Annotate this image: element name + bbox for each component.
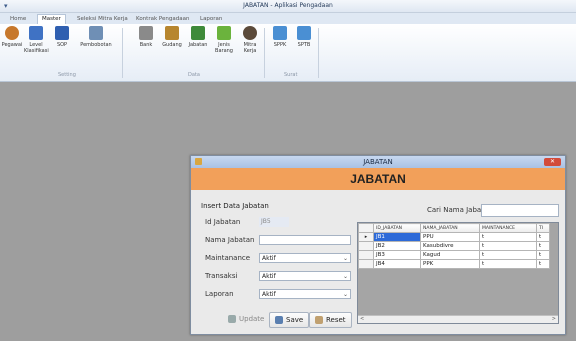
mitra-kerja-button[interactable]: Mitra Kerja: [238, 26, 262, 54]
table-row[interactable]: ▸ JB1 PPU t t: [358, 232, 550, 242]
table-cell[interactable]: PPU: [420, 232, 480, 242]
sppk-button[interactable]: SPPK: [268, 26, 292, 48]
row-header-corner: [358, 223, 374, 233]
id-jabatan-field: JB5: [259, 217, 289, 227]
form-section-title: Insert Data Jabatan: [201, 202, 269, 210]
group-label-data: Data: [188, 72, 200, 78]
row-pointer-icon: ▸: [358, 232, 374, 242]
scroll-left-icon[interactable]: <: [360, 316, 364, 322]
app-titlebar: ▾ JABATAN - Aplikasi Pengadaan: [0, 0, 576, 13]
table-cell[interactable]: t: [479, 250, 537, 260]
nama-jabatan-label: Nama Jabatan: [205, 236, 255, 244]
column-header[interactable]: MAINTANANCE: [479, 223, 537, 233]
table-cell[interactable]: t: [536, 232, 550, 242]
ribbon-tabs: Home Master Seleksi Mitra Kerja Kontrak …: [0, 13, 576, 26]
table-cell[interactable]: JB1: [373, 232, 421, 242]
chevron-down-icon: ⌄: [342, 273, 348, 280]
table-cell[interactable]: t: [479, 232, 537, 242]
group-label-surat: Surat: [284, 72, 298, 78]
insert-form: Insert Data Jabatan Id Jabatan JB5 Nama …: [197, 198, 353, 328]
group-label-setting: Setting: [58, 72, 76, 78]
jabatan-grid[interactable]: ID_JABATAN NAMA_JABATAN MAINTANANCE TI ▸…: [357, 222, 559, 324]
jabatan-button[interactable]: Jabatan: [186, 26, 210, 48]
chevron-down-icon: ⌄: [342, 291, 348, 298]
tab-seleksi-mitra-kerja[interactable]: Seleksi Mitra Kerja: [73, 15, 132, 23]
bank-icon: [139, 26, 153, 40]
tab-laporan[interactable]: Laporan: [196, 15, 226, 23]
table-cell[interactable]: t: [536, 241, 550, 251]
chevron-down-icon: ⌄: [342, 255, 348, 262]
table-row[interactable]: JB2 Kasubdivre t t: [358, 241, 550, 251]
laporan-select[interactable]: Aktif ⌄: [259, 289, 351, 299]
gudang-button[interactable]: Gudang: [160, 26, 184, 48]
maintanance-select[interactable]: Aktif ⌄: [259, 253, 351, 263]
sppk-doc-icon: [273, 26, 287, 40]
chart-icon: [29, 26, 43, 40]
ribbon: Pegawai Level Klasifikasi SOP Pembobotan…: [0, 24, 576, 82]
maintanance-label: Maintanance: [205, 254, 251, 262]
laporan-label: Laporan: [205, 290, 234, 298]
jenis-barang-button[interactable]: Jenis Barang: [212, 26, 236, 54]
bank-button[interactable]: Bank: [134, 26, 158, 48]
jabatan-dialog: JABATAN ✕ JABATAN Insert Data Jabatan Id…: [190, 155, 566, 335]
pegawai-button[interactable]: Pegawai: [0, 26, 24, 48]
level-klasifikasi-button[interactable]: Level Klasifikasi: [24, 26, 49, 54]
transaksi-label: Transaksi: [205, 272, 238, 280]
reset-button[interactable]: Reset: [309, 312, 352, 328]
table-cell[interactable]: Kagud: [420, 250, 480, 260]
ribbon-separator: [122, 28, 123, 78]
close-icon[interactable]: ✕: [544, 158, 561, 166]
table-cell[interactable]: t: [536, 259, 550, 269]
dialog-titlebar[interactable]: JABATAN ✕: [191, 156, 565, 168]
column-header[interactable]: ID_JABATAN: [373, 223, 421, 233]
table-cell[interactable]: JB2: [373, 241, 421, 251]
sptb-doc-icon: [297, 26, 311, 40]
dialog-title: JABATAN: [363, 158, 393, 166]
nama-jabatan-input[interactable]: [259, 235, 351, 245]
save-button[interactable]: Save: [269, 312, 310, 328]
table-cell[interactable]: JB4: [373, 259, 421, 269]
table-cell[interactable]: t: [536, 250, 550, 260]
add-item-icon: [217, 26, 231, 40]
column-header[interactable]: TI: [536, 223, 550, 233]
row-header: [358, 259, 374, 269]
table-cell[interactable]: JB3: [373, 250, 421, 260]
ribbon-separator: [264, 28, 265, 78]
transaksi-select[interactable]: Aktif ⌄: [259, 271, 351, 281]
table-row[interactable]: JB3 Kagud t t: [358, 250, 550, 260]
people-icon: [191, 26, 205, 40]
row-header: [358, 250, 374, 260]
book-icon: [55, 26, 69, 40]
search-input[interactable]: [481, 204, 559, 217]
row-header: [358, 241, 374, 251]
scroll-right-icon[interactable]: >: [552, 316, 556, 322]
table-cell[interactable]: t: [479, 241, 537, 251]
grid-header-row: ID_JABATAN NAMA_JABATAN MAINTANANCE TI: [358, 223, 550, 233]
person-icon: [243, 26, 257, 40]
reset-icon: [315, 316, 323, 324]
tab-home[interactable]: Home: [6, 15, 30, 23]
save-icon: [275, 316, 283, 324]
search-panel: Cari Nama Jabatan ID_JABATAN NAMA_JABATA…: [357, 198, 559, 328]
dialog-header: JABATAN: [191, 168, 565, 190]
box-icon: [165, 26, 179, 40]
table-row[interactable]: JB4 PPK t t: [358, 259, 550, 269]
id-jabatan-label: Id Jabatan: [205, 218, 241, 226]
users-icon: [5, 26, 19, 40]
update-button[interactable]: Update: [223, 312, 269, 326]
app-title: JABATAN - Aplikasi Pengadaan: [243, 2, 333, 9]
grid-table: ID_JABATAN NAMA_JABATAN MAINTANANCE TI ▸…: [358, 223, 550, 269]
ribbon-separator: [318, 28, 319, 78]
sptb-button[interactable]: SPTB: [292, 26, 316, 48]
table-cell[interactable]: t: [479, 259, 537, 269]
table-cell[interactable]: Kasubdivre: [420, 241, 480, 251]
tab-kontrak-pengadaan[interactable]: Kontrak Pengadaan: [132, 15, 193, 23]
horizontal-scrollbar[interactable]: < >: [358, 315, 558, 323]
column-header[interactable]: NAMA_JABATAN: [420, 223, 480, 233]
pembobotan-button[interactable]: Pembobotan: [80, 26, 112, 48]
sop-button[interactable]: SOP: [50, 26, 74, 48]
scale-icon: [89, 26, 103, 40]
update-icon: [228, 315, 236, 323]
table-cell[interactable]: PPK: [420, 259, 480, 269]
